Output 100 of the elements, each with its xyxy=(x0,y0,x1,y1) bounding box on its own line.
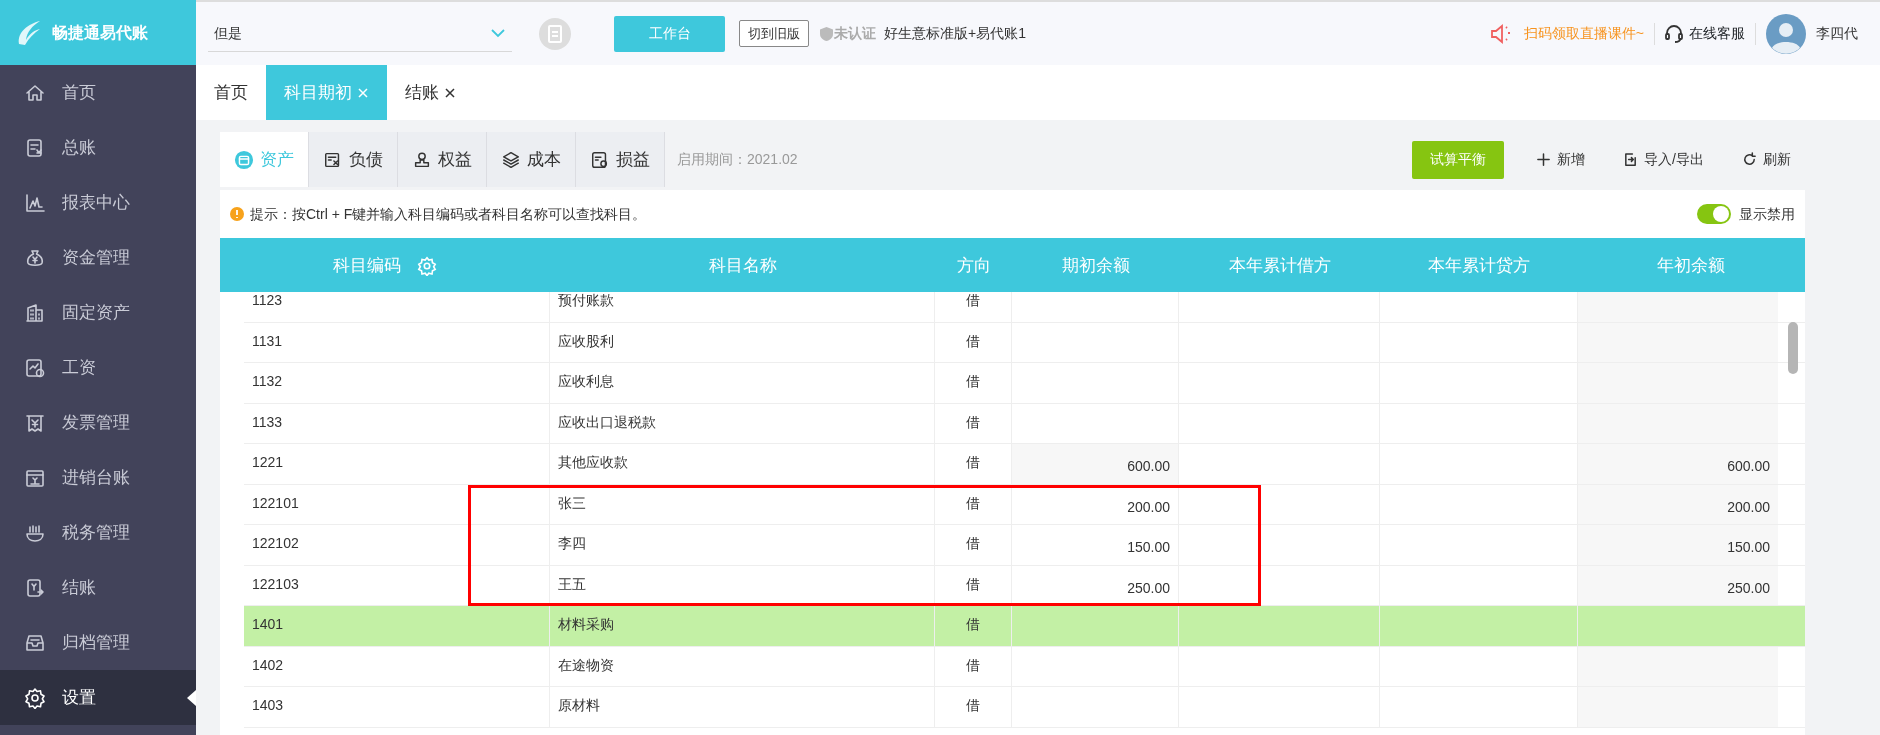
sidebar-item[interactable]: 报表中心 xyxy=(0,175,196,230)
direction-cell: 借 xyxy=(966,292,980,308)
sidebar-item[interactable]: 固定资产 xyxy=(0,285,196,340)
account-name-cell: 李四 xyxy=(558,535,586,551)
table-row[interactable]: 1132 应收利息 借 xyxy=(244,363,1805,404)
column-header: 方向 xyxy=(956,255,991,278)
settings-icon[interactable] xyxy=(417,256,437,276)
account-name-cell: 张三 xyxy=(558,494,586,511)
account-code-cell: 1123 xyxy=(252,292,283,308)
user-name[interactable]: 李四代 xyxy=(1816,23,1858,44)
document-arrow-icon xyxy=(24,576,46,599)
direction-cell: 借 xyxy=(966,535,980,551)
opening-balance-cell: 150.00 xyxy=(1127,539,1170,555)
direction-cell: 借 xyxy=(966,616,980,632)
sidebar-item[interactable]: 资金管理 xyxy=(0,230,196,285)
account-code-cell: 1132 xyxy=(252,373,283,389)
account-name-cell: 预付账款 xyxy=(558,292,614,308)
table-row[interactable]: 122101 张三 借 200.00 200.00 xyxy=(244,484,1805,525)
direction-cell: 借 xyxy=(966,494,980,511)
shield-icon xyxy=(819,25,834,42)
import-button[interactable]: 导入/导出 xyxy=(1617,148,1710,171)
show-disabled-label: 显示禁用 xyxy=(1739,204,1795,224)
direction-cell: 借 xyxy=(966,454,980,470)
account-name-cell: 王五 xyxy=(558,575,586,592)
direction-cell: 借 xyxy=(966,575,980,592)
column-header: 本年累计借方 xyxy=(1228,255,1331,278)
sidebar-item[interactable]: 归档管理 xyxy=(0,615,196,670)
sidebar-item[interactable]: 总账 xyxy=(0,120,196,175)
safe-icon xyxy=(234,149,254,170)
add-button[interactable]: 新增 xyxy=(1530,148,1592,171)
account-name-cell: 其他应收款 xyxy=(558,454,628,470)
account-code-cell: 1402 xyxy=(252,656,284,673)
account-code-cell: 1131 xyxy=(252,332,283,349)
account-code-cell: 1401 xyxy=(252,616,284,632)
account-code-cell: 122101 xyxy=(252,494,299,511)
account-name-cell: 材料采购 xyxy=(558,616,614,632)
avatar-icon[interactable] xyxy=(1766,13,1806,54)
plus-icon xyxy=(1536,152,1552,167)
sidebar-item[interactable]: 首页 xyxy=(0,65,196,120)
account-code-cell: 1403 xyxy=(252,697,284,713)
account-name-cell: 原材料 xyxy=(558,697,600,713)
opening-balance-cell: 600.00 xyxy=(1127,458,1170,474)
product-name: 好生意标准版+易代账1 xyxy=(884,24,1026,43)
certification-status: 未认证 xyxy=(834,24,876,43)
chevron-down-icon xyxy=(490,28,506,38)
sidebar-item[interactable]: 进销台账 xyxy=(0,450,196,505)
chart-document-icon xyxy=(590,149,610,170)
account-code-cell: 1221 xyxy=(252,454,284,470)
hint-text: 提示：按Ctrl + F键并输入科目编码或者科目名称可以查找科目。 xyxy=(250,204,647,224)
category-tab[interactable]: 负债 xyxy=(309,132,398,187)
column-header: 科目编码 xyxy=(333,255,401,278)
line-chart-icon xyxy=(24,191,46,214)
table-row[interactable]: 1133 应收出口退税款 借 xyxy=(244,403,1805,444)
opening-balance-cell: 250.00 xyxy=(1127,579,1170,596)
table-row[interactable]: 1221 其他应收款 借 600.00 600.00 xyxy=(244,444,1805,485)
category-tab[interactable]: 损益 xyxy=(576,132,665,187)
column-header: 期初余额 xyxy=(1061,255,1130,278)
year-start-balance-cell: 200.00 xyxy=(1727,498,1770,515)
warning-icon xyxy=(230,207,244,221)
refresh-button[interactable]: 刷新 xyxy=(1736,148,1797,171)
sidebar-item[interactable]: 设置 xyxy=(0,670,196,725)
scrollbar-thumb[interactable] xyxy=(1788,322,1798,374)
direction-cell: 借 xyxy=(966,413,980,430)
column-header: 年初余额 xyxy=(1656,255,1725,278)
headset-icon xyxy=(1665,23,1683,44)
building-icon xyxy=(24,301,46,324)
sidebar-item[interactable]: 工资 xyxy=(0,340,196,395)
close-icon[interactable] xyxy=(444,86,456,99)
account-code-cell: 122102 xyxy=(252,535,299,551)
table-row[interactable]: 1403 原材料 借 xyxy=(244,687,1805,728)
settings-icon xyxy=(24,686,46,709)
category-tab[interactable]: 成本 xyxy=(487,132,576,187)
account-code-cell: 122103 xyxy=(252,575,299,592)
column-header: 本年累计贷方 xyxy=(1428,255,1530,278)
opening-balance-cell: 200.00 xyxy=(1127,498,1170,515)
selection-pointer-icon xyxy=(187,690,196,706)
refresh-icon xyxy=(1742,152,1757,167)
sidebar-item[interactable]: 税务管理 xyxy=(0,505,196,560)
online-support-link[interactable]: 在线客服 xyxy=(1665,23,1745,44)
company-select[interactable]: 但是 xyxy=(208,15,512,52)
layers-icon xyxy=(501,149,521,170)
calendar-circle-icon[interactable] xyxy=(538,16,572,51)
table-row[interactable]: 1401 材料采购 借 xyxy=(244,606,1805,647)
direction-cell: 借 xyxy=(966,332,980,349)
chart-document-icon xyxy=(24,356,46,379)
table-row[interactable]: 1123 预付账款 借 xyxy=(244,292,1805,323)
table-row[interactable]: 1131 应收股利 借 xyxy=(244,322,1805,363)
switch-version-button[interactable]: 切到旧版 xyxy=(739,19,809,48)
file-arrow-icon xyxy=(1623,152,1639,167)
year-start-balance-cell: 250.00 xyxy=(1727,579,1770,596)
category-tab[interactable]: 权益 xyxy=(398,132,487,187)
period-label: 启用期间：2021.02 xyxy=(677,150,798,169)
sidebar-item[interactable]: 结账 xyxy=(0,560,196,615)
year-start-balance-cell: 600.00 xyxy=(1727,458,1770,474)
table-row[interactable]: 1402 在途物资 借 xyxy=(244,646,1805,687)
table-row[interactable]: 122102 李四 借 150.00 150.00 xyxy=(244,525,1805,566)
app-name: 畅捷通易代账 xyxy=(52,22,148,43)
account-name-cell: 应收股利 xyxy=(558,332,614,349)
column-header: 科目名称 xyxy=(708,255,777,278)
sidebar-item[interactable]: 发票管理 xyxy=(0,395,196,450)
